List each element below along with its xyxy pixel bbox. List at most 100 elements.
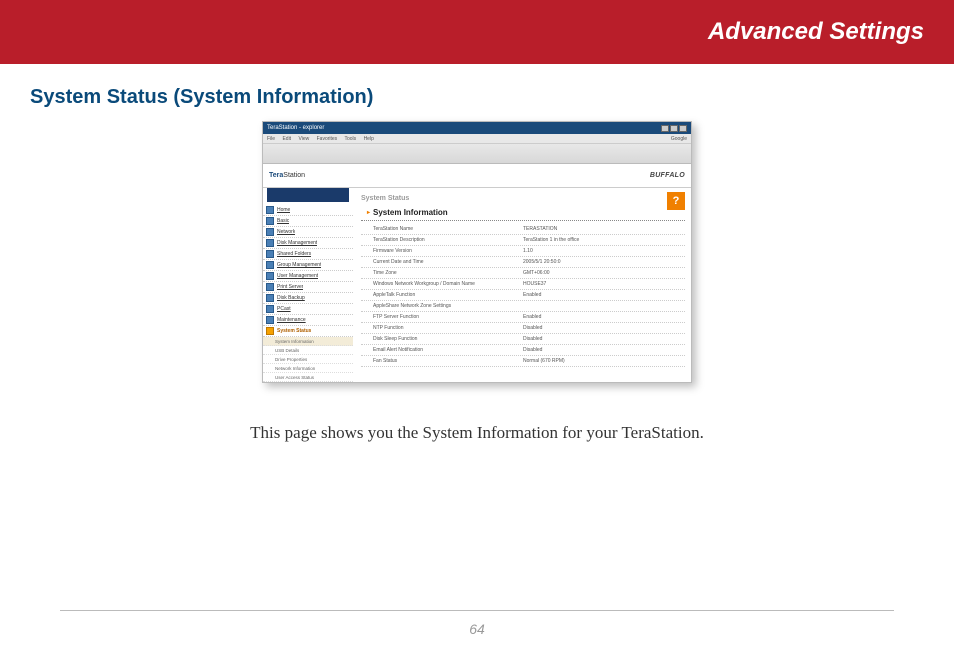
section-title: System Status (System Information) bbox=[30, 86, 954, 109]
page-header-title: Advanced Settings bbox=[708, 18, 924, 46]
nav-user-management[interactable]: User Management bbox=[263, 271, 353, 282]
info-row: Firmware Version1.10 bbox=[361, 246, 685, 257]
nav-icon bbox=[266, 206, 274, 214]
info-value: TeraStation 1 in the office bbox=[523, 237, 685, 243]
info-value: Disabled bbox=[523, 347, 685, 353]
main-area: Home Basic Network Disk Management Share… bbox=[263, 188, 691, 382]
info-value: Disabled bbox=[523, 336, 685, 342]
minimize-icon[interactable] bbox=[661, 125, 669, 132]
info-row: Time ZoneGMT+06:00 bbox=[361, 268, 685, 279]
info-row: Fan StatusNormal (670 RPM) bbox=[361, 356, 685, 367]
info-row: TeraStation NameTERASTATION bbox=[361, 224, 685, 235]
company-logo: BUFFALO bbox=[650, 172, 685, 179]
nav-icon bbox=[266, 228, 274, 236]
nav-sub-drive[interactable]: Drive Properties bbox=[263, 355, 353, 364]
info-value: 1.10 bbox=[523, 248, 685, 254]
content-panel: ? System Status ▸System Information Tera… bbox=[353, 188, 691, 382]
menu-items: File Edit View Favorites Tools Help bbox=[267, 136, 380, 142]
menu-favorites[interactable]: Favorites bbox=[317, 136, 338, 142]
nav-group-management[interactable]: Group Management bbox=[263, 260, 353, 271]
nav-sub-usb[interactable]: USB Details bbox=[263, 346, 353, 355]
header-bar: Advanced Settings bbox=[0, 0, 954, 64]
info-row: NTP FunctionDisabled bbox=[361, 323, 685, 334]
nav-icon bbox=[266, 217, 274, 225]
nav-icon bbox=[266, 272, 274, 280]
product-logo: TeraStation bbox=[269, 172, 305, 179]
info-key: AppleTalk Function bbox=[373, 292, 523, 298]
info-key: Fan Status bbox=[373, 358, 523, 364]
nav-icon bbox=[266, 294, 274, 302]
menu-edit[interactable]: Edit bbox=[282, 136, 291, 142]
info-row: Email Alert NotificationDisabled bbox=[361, 345, 685, 356]
info-key: AppleShare Network Zone Settings bbox=[373, 303, 523, 309]
info-row: Disk Sleep FunctionDisabled bbox=[361, 334, 685, 345]
sidebar-flag bbox=[267, 188, 349, 202]
breadcrumb: System Status bbox=[361, 195, 685, 202]
sidebar: Home Basic Network Disk Management Share… bbox=[263, 188, 353, 382]
info-value: TERASTATION bbox=[523, 226, 685, 232]
nav-basic[interactable]: Basic bbox=[263, 216, 353, 227]
nav-icon bbox=[266, 305, 274, 313]
info-key: Disk Sleep Function bbox=[373, 336, 523, 342]
nav-pcast[interactable]: PCast bbox=[263, 304, 353, 315]
nav-icon bbox=[266, 261, 274, 269]
menu-file[interactable]: File bbox=[267, 136, 275, 142]
window-titlebar: TeraStation - explorer bbox=[263, 122, 691, 134]
nav-icon bbox=[266, 283, 274, 291]
nav-maintenance[interactable]: Maintenance bbox=[263, 315, 353, 326]
info-value: Enabled bbox=[523, 314, 685, 320]
info-row: Windows Network Workgroup / Domain NameH… bbox=[361, 279, 685, 290]
info-key: NTP Function bbox=[373, 325, 523, 331]
nav-shared-folders[interactable]: Shared Folders bbox=[263, 249, 353, 260]
menu-help[interactable]: Help bbox=[364, 136, 374, 142]
info-key: TeraStation Name bbox=[373, 226, 523, 232]
footer-rule bbox=[60, 610, 894, 611]
info-value: 2005/5/1 20:50:0 bbox=[523, 259, 685, 265]
nav-disk-management[interactable]: Disk Management bbox=[263, 238, 353, 249]
info-key: Windows Network Workgroup / Domain Name bbox=[373, 281, 523, 287]
window-controls bbox=[661, 125, 687, 132]
info-row: Current Date and Time2005/5/1 20:50:0 bbox=[361, 257, 685, 268]
nav-sub-net[interactable]: Network Information bbox=[263, 364, 353, 373]
bullet-icon: ▸ bbox=[367, 210, 370, 216]
info-row: AppleTalk FunctionEnabled bbox=[361, 290, 685, 301]
search-branding: Google bbox=[671, 136, 687, 142]
nav-list: Home Basic Network Disk Management Share… bbox=[263, 205, 353, 382]
nav-sub-access[interactable]: User Access Status bbox=[263, 373, 353, 382]
info-value: Enabled bbox=[523, 292, 685, 298]
info-value: GMT+06:00 bbox=[523, 270, 685, 276]
toolbar bbox=[263, 144, 691, 164]
menu-view[interactable]: View bbox=[298, 136, 309, 142]
nav-sub-system-info[interactable]: System Information bbox=[263, 337, 353, 346]
info-key: Email Alert Notification bbox=[373, 347, 523, 353]
caption-text: This page shows you the System Informati… bbox=[0, 423, 954, 443]
menu-tools[interactable]: Tools bbox=[344, 136, 356, 142]
close-icon[interactable] bbox=[679, 125, 687, 132]
help-icon[interactable]: ? bbox=[667, 192, 685, 210]
nav-system-status[interactable]: System Status bbox=[263, 326, 353, 337]
info-row: AppleShare Network Zone Settings bbox=[361, 301, 685, 312]
nav-icon bbox=[266, 327, 274, 335]
page-number: 64 bbox=[0, 621, 954, 637]
menubar: File Edit View Favorites Tools Help Goog… bbox=[263, 134, 691, 144]
info-value: Normal (670 RPM) bbox=[523, 358, 685, 364]
info-value: HOUSE37 bbox=[523, 281, 685, 287]
info-value: Disabled bbox=[523, 325, 685, 331]
nav-print-server[interactable]: Print Server bbox=[263, 282, 353, 293]
info-key: Firmware Version bbox=[373, 248, 523, 254]
nav-icon bbox=[266, 250, 274, 258]
nav-icon bbox=[266, 239, 274, 247]
nav-home[interactable]: Home bbox=[263, 205, 353, 216]
info-key: Time Zone bbox=[373, 270, 523, 276]
nav-disk-backup[interactable]: Disk Backup bbox=[263, 293, 353, 304]
info-key: TeraStation Description bbox=[373, 237, 523, 243]
nav-icon bbox=[266, 316, 274, 324]
panel-title: ▸System Information bbox=[361, 208, 685, 221]
nav-network[interactable]: Network bbox=[263, 227, 353, 238]
info-row: TeraStation DescriptionTeraStation 1 in … bbox=[361, 235, 685, 246]
brand-row: TeraStation BUFFALO bbox=[263, 164, 691, 188]
info-row: FTP Server FunctionEnabled bbox=[361, 312, 685, 323]
info-key: Current Date and Time bbox=[373, 259, 523, 265]
maximize-icon[interactable] bbox=[670, 125, 678, 132]
info-table: TeraStation NameTERASTATIONTeraStation D… bbox=[361, 224, 685, 367]
